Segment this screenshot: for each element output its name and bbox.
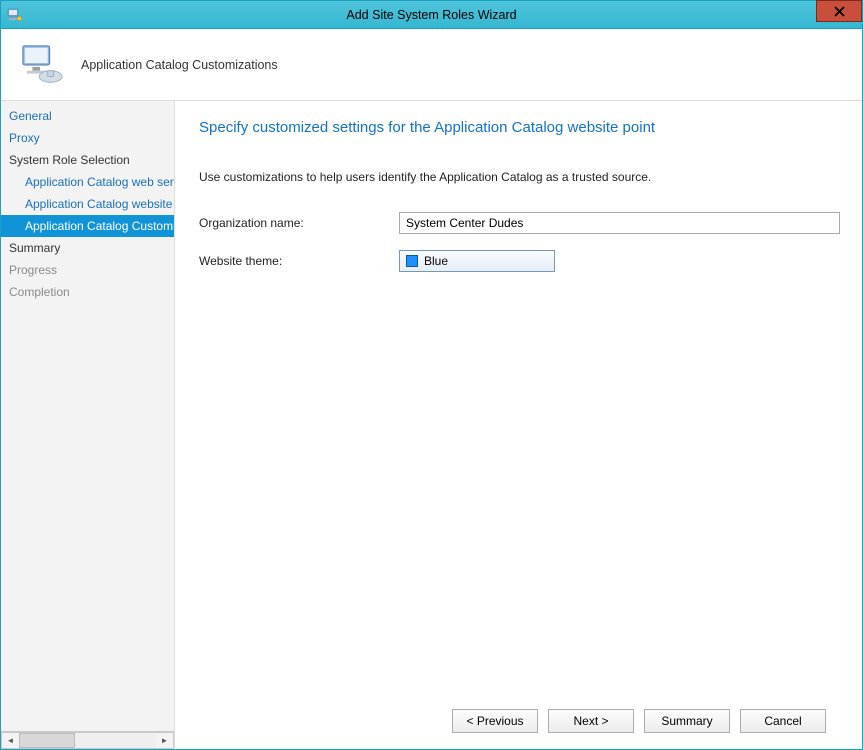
scroll-left-button[interactable]: ◄ [1,732,19,749]
description-text: Use customizations to help users identif… [199,170,840,184]
nav-item-2[interactable]: System Role Selection [1,149,174,171]
nav-item-0[interactable]: General [1,105,174,127]
window-title: Add Site System Roles Wizard [346,8,516,22]
cancel-button[interactable]: Cancel [740,709,826,733]
spacer [199,288,840,697]
main-panel: Specify customized settings for the Appl… [175,101,862,749]
nav-item-4[interactable]: Application Catalog website point [1,193,174,215]
close-icon [834,6,845,17]
website-theme-label: Website theme: [199,254,399,268]
scroll-right-button[interactable]: ► [156,732,174,749]
main-heading: Specify customized settings for the Appl… [199,119,840,136]
organization-name-label: Organization name: [199,216,399,230]
theme-value-text: Blue [424,254,448,268]
sidebar-horizontal-scrollbar[interactable]: ◄ ► [1,731,174,749]
header-band: Application Catalog Customizations [1,29,862,101]
organization-name-row: Organization name: [199,212,840,234]
organization-name-input[interactable] [399,212,840,234]
nav-item-1[interactable]: Proxy [1,127,174,149]
titlebar: Add Site System Roles Wizard [1,1,862,29]
page-title: Application Catalog Customizations [81,58,278,72]
theme-color-swatch [406,255,418,267]
website-theme-row: Website theme: Blue [199,250,840,272]
next-button[interactable]: Next > [548,709,634,733]
close-button[interactable] [816,0,862,22]
nav-item-7: Progress [1,259,174,281]
summary-button[interactable]: Summary [644,709,730,733]
wizard-body: GeneralProxySystem Role SelectionApplica… [1,101,862,749]
computer-icon [19,42,65,88]
scroll-track[interactable] [19,732,156,749]
nav-list: GeneralProxySystem Role SelectionApplica… [1,101,174,731]
nav-item-6[interactable]: Summary [1,237,174,259]
nav-item-8: Completion [1,281,174,303]
website-theme-picker[interactable]: Blue [399,250,555,272]
nav-item-3[interactable]: Application Catalog web service point [1,171,174,193]
sidebar: GeneralProxySystem Role SelectionApplica… [1,101,175,749]
wizard-window: Add Site System Roles Wizard Application… [0,0,863,750]
footer-buttons: < Previous Next > Summary Cancel [199,697,840,749]
scroll-thumb[interactable] [19,733,75,748]
app-icon [7,7,23,23]
previous-button[interactable]: < Previous [452,709,538,733]
nav-item-5[interactable]: Application Catalog Customizations [1,215,174,237]
